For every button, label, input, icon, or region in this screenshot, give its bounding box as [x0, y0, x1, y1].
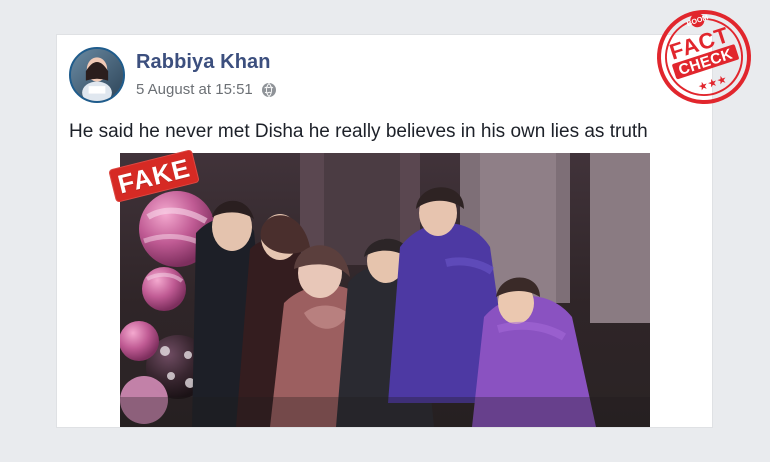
globe-icon[interactable]: [261, 82, 277, 98]
facebook-post-card: Rabbiya Khan 5 August at 15:51 He said h…: [57, 35, 712, 427]
post-timestamp[interactable]: 5 August at 15:51: [136, 81, 253, 98]
stars-text: ★★★: [696, 72, 728, 94]
author-name[interactable]: Rabbiya Khan: [136, 51, 271, 74]
boom-fact-check-badge: BOOM FACT CHECK ★★★: [653, 6, 755, 108]
post-text: He said he never met Disha he really bel…: [69, 121, 648, 142]
post-image[interactable]: [120, 153, 650, 427]
post-meta: 5 August at 15:51: [136, 81, 277, 98]
author-avatar[interactable]: [69, 47, 125, 103]
